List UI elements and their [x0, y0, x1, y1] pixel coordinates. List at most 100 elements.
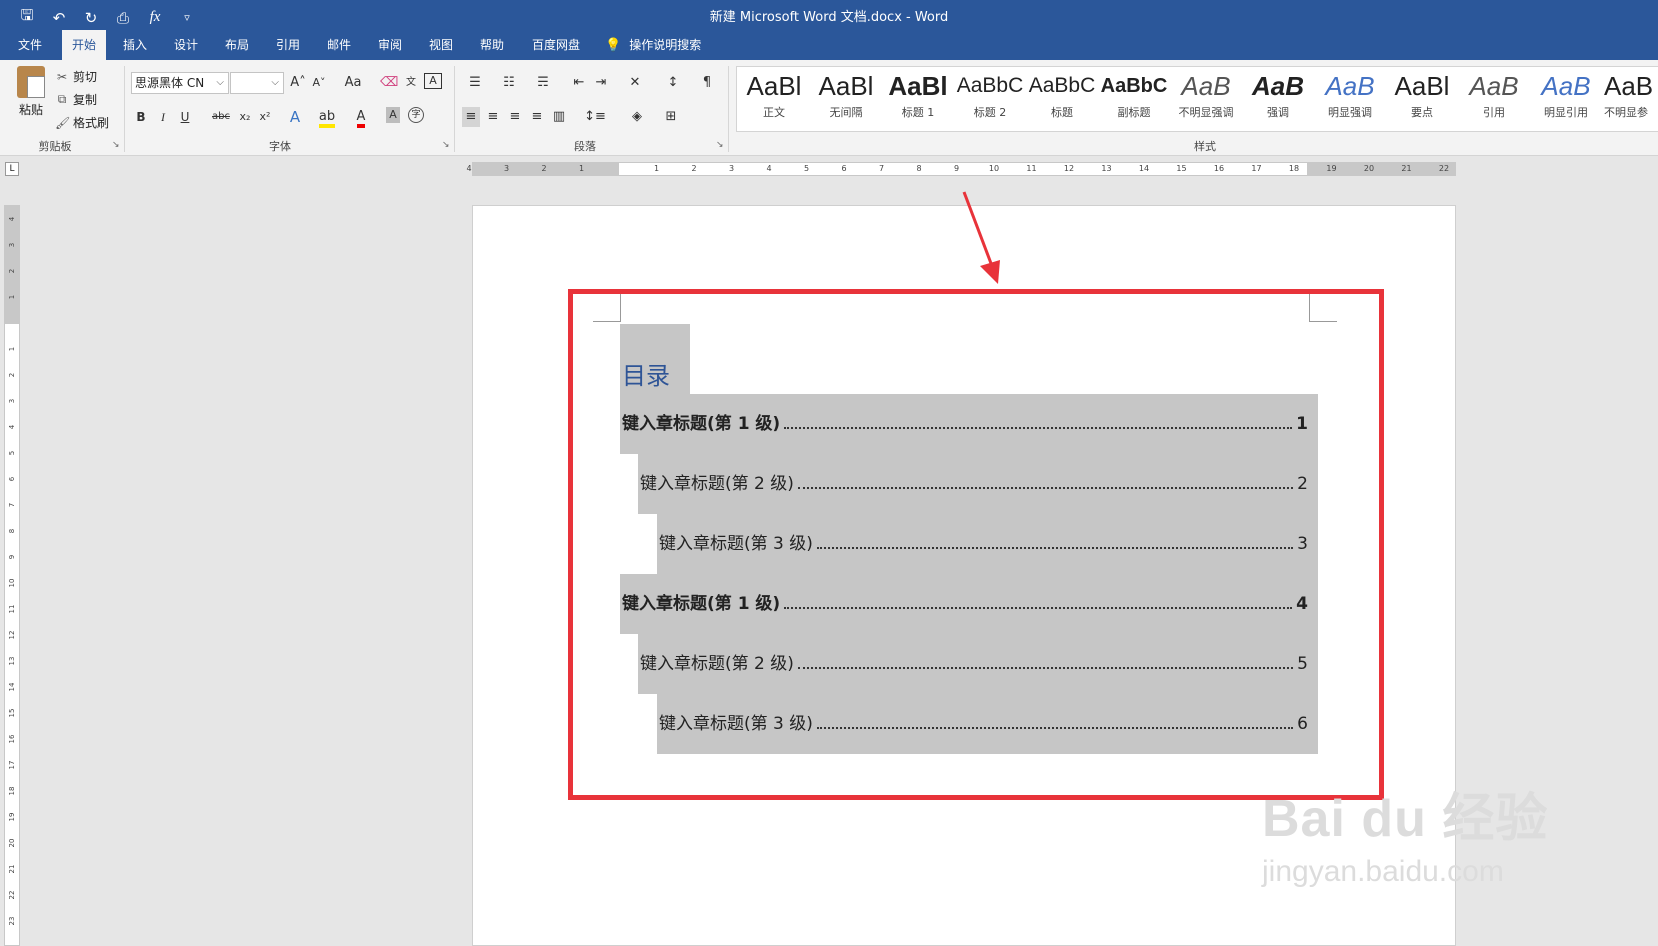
- font-color-icon[interactable]: A: [352, 107, 370, 128]
- tab-mailings[interactable]: 邮件: [317, 30, 361, 60]
- tell-me-search[interactable]: 💡 操作说明搜索: [605, 30, 701, 60]
- increase-indent-icon[interactable]: ⇥: [592, 73, 610, 93]
- ruler-tick-label: 6: [841, 164, 847, 173]
- multilevel-list-icon[interactable]: ☴: [530, 73, 556, 93]
- paste-icon: [17, 66, 45, 98]
- grow-font-button[interactable]: A˄: [289, 73, 307, 93]
- style-emphasis[interactable]: AaB 强调: [1244, 68, 1312, 130]
- style-strong[interactable]: AaBl 要点: [1388, 68, 1456, 130]
- ruler-tick-label: 21: [8, 864, 16, 874]
- style-preview: AaBbC: [956, 74, 1024, 97]
- ruler-tick-label: 11: [1026, 164, 1037, 173]
- underline-button[interactable]: U: [176, 107, 194, 127]
- font-group-label: 字体: [269, 140, 291, 153]
- tab-design[interactable]: 设计: [164, 30, 208, 60]
- divider: [454, 66, 455, 152]
- style-preview: AaB: [1181, 71, 1231, 101]
- paste-button[interactable]: 粘贴: [14, 66, 48, 118]
- font-launcher-icon[interactable]: ↘: [442, 140, 450, 150]
- superscript-button[interactable]: x²: [256, 107, 274, 127]
- character-border-icon[interactable]: A: [424, 73, 442, 89]
- ruler-tick-label: 2: [541, 164, 547, 173]
- line-spacing-icon[interactable]: ↕≡: [582, 107, 608, 127]
- tab-baidu-netdisk[interactable]: 百度网盘: [522, 30, 590, 60]
- ruler-tick-label: 17: [1251, 164, 1262, 173]
- ruler-tick-label: 14: [8, 682, 16, 692]
- style-preview: AaBbC: [1100, 75, 1168, 97]
- copy-button[interactable]: ⧉ 复制: [55, 91, 97, 108]
- divider: [728, 66, 729, 152]
- shading-icon[interactable]: ◈: [624, 107, 650, 127]
- ruler-tick-label: 8: [916, 164, 922, 173]
- align-left-icon[interactable]: ≡: [462, 107, 480, 127]
- style-subtle-reference[interactable]: AaB 不明显参: [1604, 68, 1658, 130]
- distributed-icon[interactable]: ▥: [550, 107, 568, 127]
- paintbrush-icon: 🖌: [55, 115, 71, 130]
- style-normal[interactable]: AaBl 正文: [740, 68, 808, 130]
- style-intense-quote[interactable]: AaB 明显引用: [1532, 68, 1600, 130]
- strikethrough-button[interactable]: abc: [208, 107, 234, 127]
- style-no-spacing[interactable]: AaBl 无间隔: [812, 68, 880, 130]
- ruler-tick-label: 1: [8, 294, 16, 300]
- clear-formatting-icon[interactable]: ⌫: [380, 73, 398, 93]
- tab-home[interactable]: 开始: [62, 30, 107, 60]
- character-shading-icon[interactable]: A: [386, 107, 400, 123]
- style-heading-2[interactable]: AaBbC 标题 2: [956, 68, 1024, 130]
- sort-icon[interactable]: ↕: [664, 73, 682, 93]
- justify-icon[interactable]: ≡: [528, 107, 546, 127]
- tab-help[interactable]: 帮助: [470, 30, 514, 60]
- ruler-tick-label: 7: [878, 164, 885, 173]
- ruler-tick-label: 6: [8, 476, 16, 482]
- text-effects-icon[interactable]: A: [286, 107, 304, 127]
- shrink-font-button[interactable]: A˅: [310, 73, 328, 93]
- ruler-tick-label: 23: [8, 916, 16, 926]
- copy-icon: ⧉: [57, 92, 67, 106]
- cut-button[interactable]: ✂ 剪切: [55, 68, 97, 85]
- align-center-icon[interactable]: ≡: [484, 107, 502, 127]
- bold-button[interactable]: B: [132, 107, 150, 127]
- chinese-layout-icon[interactable]: ✕: [622, 73, 648, 93]
- decrease-indent-icon[interactable]: ⇤: [570, 73, 588, 93]
- style-name: 标题 1: [901, 106, 935, 119]
- paragraph-launcher-icon[interactable]: ↘: [716, 140, 724, 150]
- borders-icon[interactable]: ⊞: [658, 107, 684, 127]
- baidu-jingyan-watermark: Bai du 经验 jingyan.baidu.com: [1262, 776, 1562, 916]
- enclose-characters-icon[interactable]: 字: [408, 107, 424, 123]
- clipboard-launcher-icon[interactable]: ↘: [112, 140, 120, 150]
- tab-insert[interactable]: 插入: [113, 30, 157, 60]
- tab-selector[interactable]: L: [5, 162, 19, 176]
- tab-view[interactable]: 视图: [419, 30, 463, 60]
- font-name-select[interactable]: 思源黑体 CN ⌵: [131, 72, 229, 94]
- italic-button[interactable]: I: [154, 107, 172, 127]
- clipboard-group-label: 剪贴板: [38, 140, 72, 153]
- chevron-down-icon: ⌵: [271, 77, 279, 88]
- format-painter-button[interactable]: 🖌 格式刷: [55, 114, 109, 131]
- font-size-select[interactable]: ⌵: [230, 72, 284, 94]
- show-marks-icon[interactable]: ¶: [698, 73, 716, 93]
- tab-layout[interactable]: 布局: [215, 30, 259, 60]
- align-right-icon[interactable]: ≡: [506, 107, 524, 127]
- style-subtle-emphasis[interactable]: AaB 不明显强调: [1172, 68, 1240, 130]
- font-name-value: 思源黑体 CN: [135, 76, 205, 90]
- tab-file[interactable]: 文件: [8, 30, 52, 60]
- style-quote[interactable]: AaB 引用: [1460, 68, 1528, 130]
- ruler-tick-label: 13: [1101, 164, 1112, 173]
- style-title[interactable]: AaBbC 标题: [1028, 68, 1096, 130]
- change-case-button[interactable]: Aa: [338, 73, 368, 93]
- phonetic-guide-icon[interactable]: 文: [402, 73, 420, 93]
- horizontal-ruler[interactable]: 4 3 2 1 1 2 3 4 5 6 7 8 9 10 11 12 13 14 15 16 17 18 19 20 21 22: [466, 162, 1456, 176]
- highlighter-icon[interactable]: ab: [318, 107, 336, 128]
- tab-references[interactable]: 引用: [266, 30, 310, 60]
- bullets-icon[interactable]: ☰: [462, 73, 488, 93]
- style-heading-1[interactable]: AaBl 标题 1: [884, 68, 952, 130]
- tell-me-label: 操作说明搜索: [629, 38, 702, 52]
- style-subtitle[interactable]: AaBbC 副标题: [1100, 68, 1168, 130]
- ruler-tick-label: 18: [8, 786, 16, 796]
- style-name: 标题 2: [973, 106, 1007, 119]
- subscript-button[interactable]: x₂: [236, 107, 254, 127]
- vertical-ruler[interactable]: 4 3 2 1 1 2 3 4 5 6 7 8 9 10 11 12 13 14 15 16 17 18 19 20 21 22 2…: [4, 205, 20, 946]
- tab-review[interactable]: 审阅: [368, 30, 412, 60]
- numbering-icon[interactable]: ☷: [496, 73, 522, 93]
- style-intense-emphasis[interactable]: AaB 明显强调: [1316, 68, 1384, 130]
- style-preview: AaBl: [888, 71, 948, 101]
